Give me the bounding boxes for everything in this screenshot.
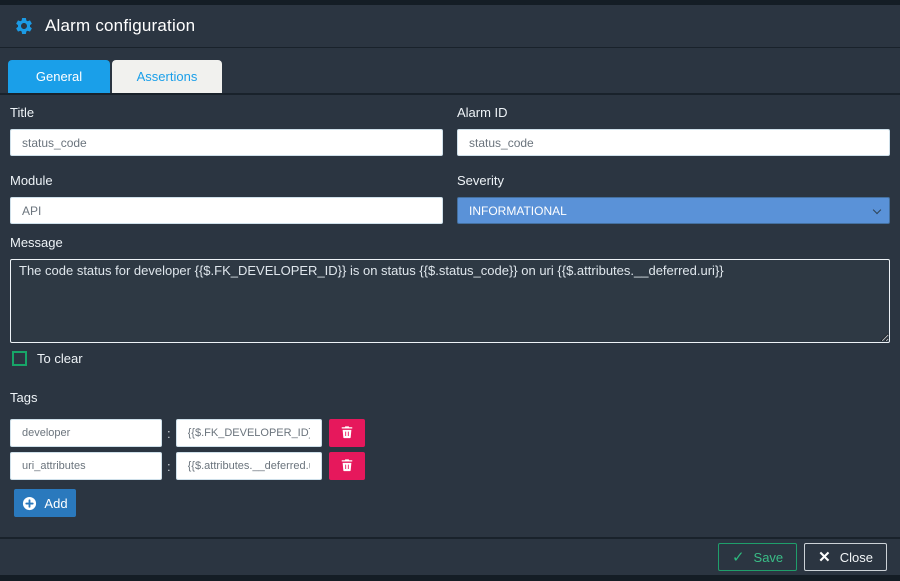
check-icon: ✓ (732, 548, 745, 566)
gear-icon (14, 16, 34, 36)
title-label: Title (10, 105, 443, 120)
severity-selected-value: INFORMATIONAL (469, 204, 567, 218)
form-content: Title Alarm ID Module Severity INFORMATI… (0, 95, 900, 517)
close-button-label: Close (840, 550, 873, 565)
tag-key-input[interactable] (10, 419, 162, 447)
severity-label: Severity (457, 173, 890, 188)
to-clear-row: To clear (10, 351, 890, 366)
add-button-label: Add (44, 496, 67, 511)
alarm-id-label: Alarm ID (457, 105, 890, 120)
tag-row: : (10, 419, 890, 447)
save-button[interactable]: ✓ Save (718, 543, 797, 571)
alarm-id-input[interactable] (457, 129, 890, 156)
tag-value-input[interactable] (176, 452, 322, 480)
alarm-configuration-dialog: Alarm configuration General Assertions T… (0, 0, 900, 581)
title-input[interactable] (10, 129, 443, 156)
delete-tag-button[interactable] (329, 452, 365, 480)
dialog-footer: ✓ Save ✕ Close (0, 537, 900, 575)
trash-icon (340, 425, 354, 442)
tag-row: : (10, 452, 890, 480)
tag-value-input[interactable] (176, 419, 322, 447)
tag-key-input[interactable] (10, 452, 162, 480)
message-textarea[interactable]: The code status for developer {{$.FK_DEV… (10, 259, 890, 343)
tag-separator: : (167, 426, 171, 441)
to-clear-checkbox[interactable] (12, 351, 27, 366)
add-tag-button[interactable]: Add (14, 489, 76, 517)
close-x-icon: ✕ (818, 548, 831, 566)
severity-select[interactable]: INFORMATIONAL (457, 197, 890, 224)
dialog-header: Alarm configuration (0, 5, 900, 48)
module-input[interactable] (10, 197, 443, 224)
module-label: Module (10, 173, 443, 188)
to-clear-label: To clear (37, 351, 83, 366)
tab-general[interactable]: General (8, 60, 110, 93)
trash-icon (340, 458, 354, 475)
tags-label: Tags (10, 390, 890, 405)
tab-assertions[interactable]: Assertions (112, 60, 222, 93)
save-button-label: Save (754, 550, 784, 565)
chevron-down-icon (873, 206, 881, 214)
tag-separator: : (167, 459, 171, 474)
dialog-title: Alarm configuration (45, 16, 195, 36)
close-button[interactable]: ✕ Close (804, 543, 887, 571)
plus-circle-icon (22, 496, 37, 511)
window-bottom-edge (0, 575, 900, 581)
message-label: Message (10, 235, 890, 250)
delete-tag-button[interactable] (329, 419, 365, 447)
tab-bar: General Assertions (0, 48, 900, 95)
